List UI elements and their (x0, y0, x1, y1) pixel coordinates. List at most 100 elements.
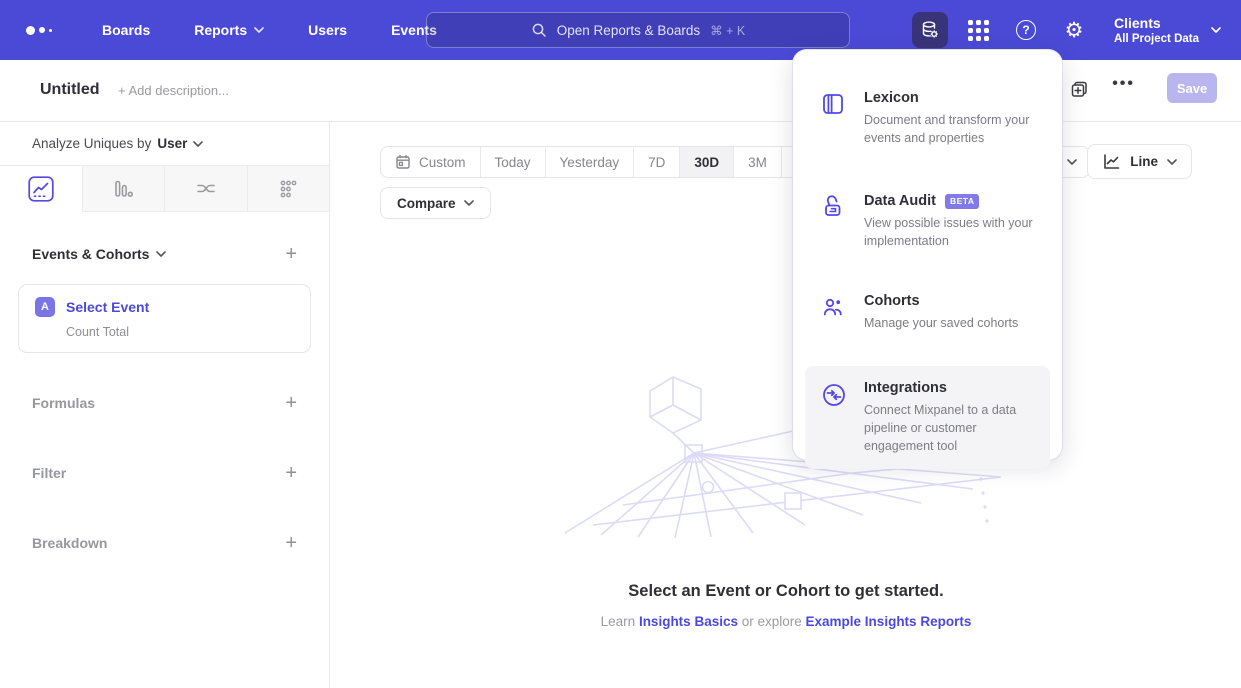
count-total-selector[interactable]: Count Total (66, 325, 294, 339)
chevron-down-icon (1067, 159, 1077, 165)
add-description-field[interactable]: + Add description... (118, 83, 229, 98)
gear-icon: ⚙ (1065, 20, 1084, 41)
grid-icon (968, 20, 989, 41)
filter-section: Filter + (32, 453, 297, 493)
date-range-label: Today (495, 155, 531, 170)
data-management-button[interactable] (912, 12, 948, 48)
people-icon (821, 295, 845, 319)
chevron-down-icon (254, 27, 264, 33)
add-breakdown-button[interactable]: + (285, 533, 297, 553)
breakdown-section: Breakdown + (32, 523, 297, 563)
data-management-menu: Lexicon Document and transform your even… (793, 50, 1062, 460)
date-range-7d[interactable]: 7D (633, 147, 679, 177)
events-cohorts-header[interactable]: Events & Cohorts (32, 246, 166, 262)
search-shortcut: ⌘ + K (710, 23, 745, 38)
bar-chart-icon (111, 177, 135, 201)
menu-item-cohorts[interactable]: Cohorts Manage your saved cohorts (793, 279, 1062, 346)
nav-reports[interactable]: Reports (194, 22, 264, 38)
date-range-label: 30D (694, 155, 719, 170)
date-range-label: Yesterday (560, 155, 620, 170)
report-canvas: Custom Today Yesterday 7D 30D 3M 6M Comp… (331, 122, 1241, 688)
nav-users[interactable]: Users (308, 22, 347, 38)
subtitle-text: Learn (601, 614, 639, 629)
sync-arrows-icon (821, 382, 847, 408)
mixpanel-logo-icon[interactable] (26, 26, 62, 35)
book-icon (821, 92, 845, 116)
date-range-today[interactable]: Today (480, 147, 545, 177)
line-chart-icon (28, 176, 54, 202)
report-title[interactable]: Untitled (40, 81, 100, 99)
duplicate-icon (1069, 79, 1091, 101)
analyze-label: Analyze Uniques by (32, 136, 151, 151)
add-event-button[interactable]: + (285, 244, 297, 264)
apps-grid-button[interactable] (960, 12, 996, 48)
date-range-label: 7D (648, 155, 665, 170)
example-reports-link[interactable]: Example Insights Reports (806, 614, 972, 629)
question-mark-icon: ? (1016, 20, 1036, 40)
menu-item-lexicon[interactable]: Lexicon Document and transform your even… (793, 76, 1062, 161)
calendar-icon (395, 154, 411, 170)
select-event-button[interactable]: Select Event (66, 299, 149, 315)
settings-button[interactable]: ⚙ (1056, 12, 1092, 48)
search-icon (531, 22, 547, 38)
events-cohorts-label: Events & Cohorts (32, 246, 149, 262)
date-range-3m[interactable]: 3M (733, 147, 781, 177)
menu-item-title: Cohorts (864, 293, 920, 309)
subtitle-text: or explore (738, 614, 806, 629)
filter-label: Filter (32, 465, 66, 481)
tab-metrics-grid[interactable] (247, 166, 330, 211)
tab-flow-chart[interactable] (164, 166, 247, 211)
help-button[interactable]: ? (1008, 12, 1044, 48)
date-range-30d[interactable]: 30D (679, 147, 733, 177)
menu-item-description: View possible issues with your implement… (864, 214, 1044, 250)
date-range-label: Custom (419, 155, 466, 170)
chevron-down-icon (193, 141, 203, 147)
global-search-input[interactable]: Open Reports & Boards ⌘ + K (426, 12, 850, 48)
duplicate-button[interactable] (1069, 79, 1091, 101)
org-name: Clients (1114, 15, 1199, 31)
audit-lock-icon (821, 195, 845, 219)
chart-type-dropdown[interactable]: Line (1087, 144, 1192, 179)
compare-label: Compare (397, 196, 456, 211)
menu-item-description: Document and transform your events and p… (864, 111, 1044, 147)
tab-line-chart[interactable] (0, 166, 82, 212)
chart-type-tabs (0, 166, 329, 212)
chart-type-label: Line (1130, 154, 1158, 169)
line-chart-icon (1102, 152, 1121, 171)
menu-item-title: Lexicon (864, 90, 919, 106)
more-options-button[interactable]: ••• (1112, 75, 1135, 93)
date-range-segmented-control: Custom Today Yesterday 7D 30D 3M 6M (380, 146, 830, 178)
search-placeholder: Open Reports & Boards (557, 23, 700, 38)
nav-boards-label: Boards (102, 22, 150, 38)
nav-boards[interactable]: Boards (102, 22, 150, 38)
analyze-value: User (157, 136, 187, 151)
dot-grid-icon (276, 177, 300, 201)
beta-badge: BETA (945, 194, 980, 209)
menu-item-title: Integrations (864, 380, 947, 396)
event-row-card[interactable]: A Select Event Count Total (18, 284, 311, 353)
compare-dropdown[interactable]: Compare (380, 187, 491, 219)
project-selector[interactable]: Clients All Project Data (1114, 15, 1221, 45)
analyze-by-dropdown[interactable]: User (157, 136, 203, 151)
formulas-section: Formulas + (32, 383, 297, 423)
nav-reports-label: Reports (194, 22, 247, 38)
date-range-yesterday[interactable]: Yesterday (545, 147, 634, 177)
query-builder-sidebar: Analyze Uniques by User (0, 122, 330, 688)
menu-item-data-audit[interactable]: Data Audit BETA View possible issues wit… (793, 179, 1062, 264)
add-filter-button[interactable]: + (285, 463, 297, 483)
date-range-custom[interactable]: Custom (381, 147, 480, 177)
nav-users-label: Users (308, 22, 347, 38)
formulas-label: Formulas (32, 395, 95, 411)
chevron-down-icon (1167, 159, 1177, 165)
event-letter-badge: A (35, 297, 55, 317)
chevron-down-icon (1211, 27, 1221, 33)
menu-item-integrations[interactable]: Integrations Connect Mixpanel to a data … (805, 366, 1050, 469)
empty-state-subtitle: Learn Insights Basics or explore Example… (331, 614, 1241, 629)
insights-basics-link[interactable]: Insights Basics (639, 614, 738, 629)
add-formula-button[interactable]: + (285, 393, 297, 413)
database-gear-icon (920, 20, 940, 40)
date-range-label: 3M (748, 155, 767, 170)
tab-bar-chart[interactable] (82, 166, 165, 211)
save-button[interactable]: Save (1167, 73, 1217, 103)
empty-state-title: Select an Event or Cohort to get started… (331, 582, 1241, 601)
